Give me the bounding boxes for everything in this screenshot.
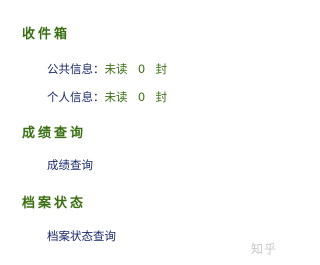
public-message-unit: 封 bbox=[155, 62, 168, 76]
personal-message-label: 个人信息： bbox=[47, 90, 105, 104]
public-message-status: 未读 bbox=[104, 62, 128, 76]
personal-message-unit: 封 bbox=[155, 90, 168, 104]
personal-message-row: 个人信息：未读 0 封 bbox=[47, 89, 167, 105]
archive-status-query-link[interactable]: 档案状态查询 bbox=[47, 228, 116, 244]
archive-title: 档案状态 bbox=[22, 196, 87, 211]
personal-message-status: 未读 bbox=[104, 90, 128, 104]
watermark: 知乎 bbox=[250, 242, 277, 256]
grades-query-link[interactable]: 成绩查询 bbox=[47, 157, 93, 173]
inbox-title: 收件箱 bbox=[22, 27, 71, 42]
personal-message-count: 0 bbox=[137, 90, 146, 104]
public-message-label: 公共信息： bbox=[47, 62, 105, 76]
public-message-count: 0 bbox=[137, 62, 146, 76]
public-message-row: 公共信息：未读 0 封 bbox=[47, 61, 167, 77]
grades-title: 成绩查询 bbox=[22, 126, 87, 141]
